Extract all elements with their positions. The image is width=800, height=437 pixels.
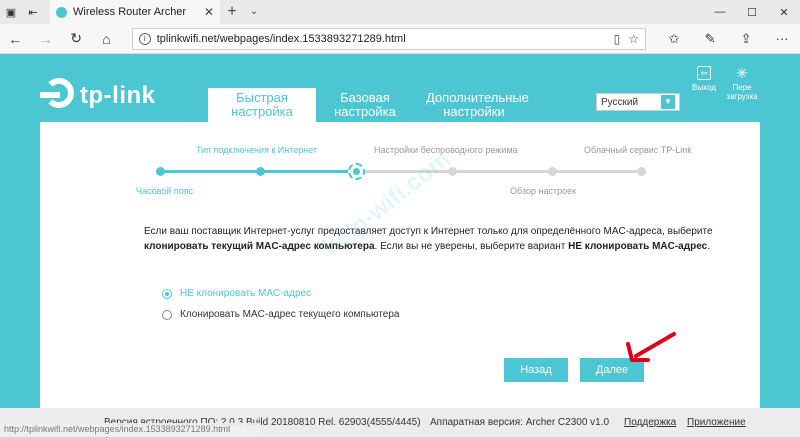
step-dot-connection <box>256 167 265 176</box>
back-arrow-icon[interactable]: ← <box>0 31 30 47</box>
exit-button[interactable]: ⇦ Выход <box>684 66 724 92</box>
more-icon[interactable]: ··· <box>764 31 800 47</box>
tab-back-icon[interactable]: ⇤ <box>22 0 44 24</box>
info-icon[interactable]: i <box>138 32 151 45</box>
app-link[interactable]: Приложение <box>687 417 746 428</box>
step-dot-current <box>348 163 365 180</box>
browser-tab[interactable]: Wireless Router Archer ✕ <box>50 0 220 24</box>
tab-quick-setup[interactable]: Быстрая настройка <box>208 88 316 122</box>
home-icon[interactable]: ⌂ <box>91 31 121 47</box>
progress-track <box>160 170 640 173</box>
forward-arrow-icon[interactable]: → <box>30 31 60 47</box>
step-label-summary: Обзор настроек <box>510 186 577 196</box>
tp-link-logo: tp-link <box>36 76 156 116</box>
tab-advanced[interactable]: Дополнительные настройки <box>414 88 534 122</box>
hardware-version: Аппаратная версия: Archer C2300 v1.0 <box>430 417 610 428</box>
red-arrow-annotation-icon <box>626 332 676 362</box>
brand-name: tp-link <box>80 82 156 109</box>
option-no-clone-label: НЕ клонировать MAC-адрес <box>180 288 312 299</box>
tp-link-logo-icon <box>36 76 76 116</box>
reboot-icon: ✳ <box>736 65 748 81</box>
tab-basic[interactable]: Базовая настройка <box>316 88 414 122</box>
new-tab-button[interactable]: + <box>220 0 244 24</box>
back-button[interactable]: Назад <box>504 358 568 382</box>
radio-no-clone[interactable] <box>162 288 172 299</box>
quick-setup-panel: Часовой пояс Тип подключения к Интернет … <box>40 122 760 437</box>
reboot-label: Пере загрузка <box>726 83 758 101</box>
reboot-button[interactable]: ✳ Пере загрузка <box>722 66 762 101</box>
maximize-icon[interactable]: ☐ <box>736 0 768 24</box>
exit-label: Выход <box>692 83 716 92</box>
option-clone-label: Клонировать MAC-адрес текущего компьютер… <box>180 309 400 320</box>
support-link[interactable]: Поддержка <box>624 417 676 428</box>
browser-tools: ✩ ✎ ⇪ ··· <box>656 31 800 47</box>
tp-link-favicon-icon <box>56 6 67 18</box>
radio-clone[interactable] <box>162 309 172 320</box>
step-label-cloud: Облачный сервис TP-Link <box>584 145 692 155</box>
url-text[interactable]: tplinkwifi.net/webpages/index.1533893271… <box>157 33 606 45</box>
step-label-connection: Тип подключения к Интернет <box>196 145 318 155</box>
refresh-icon[interactable]: ↻ <box>61 30 91 47</box>
step-dot-timezone <box>156 167 165 176</box>
browser-toolbar: ← → ↻ ⌂ i tplinkwifi.net/webpages/index.… <box>0 24 800 54</box>
language-select[interactable]: Русский ▼ <box>596 93 680 111</box>
language-value: Русский <box>601 96 639 108</box>
reading-view-icon[interactable]: ▯ <box>614 32 621 46</box>
browser-status-url: http://tplinkwifi.net/webpages/index.153… <box>0 423 260 437</box>
main-tabs: Быстрая настройка Базовая настройка Допо… <box>208 88 534 122</box>
option-no-clone[interactable]: НЕ клонировать MAC-адрес <box>162 288 311 299</box>
minimize-icon[interactable]: — <box>704 0 736 24</box>
browser-tabbar: ▣ ⇤ Wireless Router Archer ✕ + ⌄ — ☐ ✕ <box>0 0 800 24</box>
chevron-down-icon: ▼ <box>661 95 675 109</box>
pen-icon[interactable]: ✎ <box>692 31 728 47</box>
exit-icon: ⇦ <box>697 66 711 80</box>
favorite-star-icon[interactable]: ☆ <box>628 32 639 46</box>
mac-clone-description: Если ваш поставщик Интернет-услуг предос… <box>144 226 713 252</box>
tab-actions-icon[interactable]: ▣ <box>0 0 22 24</box>
close-tab-icon[interactable]: ✕ <box>204 5 214 19</box>
tab-title: Wireless Router Archer <box>73 6 187 18</box>
address-bar[interactable]: i tplinkwifi.net/webpages/index.15338932… <box>131 27 647 50</box>
close-window-icon[interactable]: ✕ <box>768 0 800 24</box>
step-dot-summary <box>548 167 557 176</box>
step-dot-cloud <box>637 167 646 176</box>
share-icon[interactable]: ⇪ <box>728 31 764 47</box>
window-controls: — ☐ ✕ <box>704 0 800 24</box>
tab-list-chevron-icon[interactable]: ⌄ <box>244 0 264 24</box>
step-label-timezone: Часовой пояс <box>136 186 194 196</box>
favorites-icon[interactable]: ✩ <box>656 31 692 47</box>
option-clone[interactable]: Клонировать MAC-адрес текущего компьютер… <box>162 309 399 320</box>
